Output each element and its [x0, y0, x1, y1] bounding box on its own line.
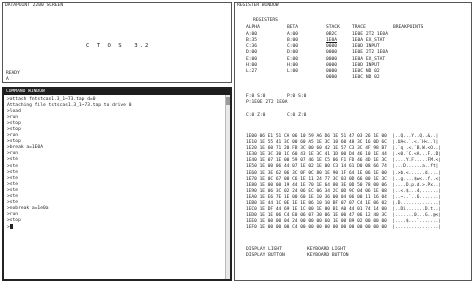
- alpha-register: L:27: [246, 68, 258, 74]
- dump-address: 1E30: [246, 152, 257, 158]
- stack-header: STACK: [326, 25, 340, 30]
- beta-registers: A:00 B:00 C:00 D:00 E:00 H:00 L:00: [287, 32, 298, 75]
- dump-hex: 1E 00 00 04 24 00 00 00 60 1E 00 B9 02 0…: [259, 219, 387, 225]
- dump-address: 1E60: [246, 170, 257, 176]
- breakpoints-header: BREAKPOINTS: [393, 25, 424, 30]
- trace-entry: 1E0A EX_STAT: [352, 56, 386, 62]
- alpha-registers: A:00 B:35 C:36 D:00 E:00 H:00 L:27: [246, 32, 257, 75]
- ready-text: READY: [6, 71, 20, 76]
- dump-ascii: |.`q .<.`B.W.<O..|: [392, 146, 442, 152]
- command-window[interactable]: COMMAND WINDOW >attach fntstcas1.3_1~73.…: [2, 87, 232, 281]
- alpha-header: ALPHA: [246, 25, 260, 30]
- prompt-line: A: [6, 77, 9, 82]
- command-title-bar[interactable]: COMMAND WINDOW: [4, 89, 230, 95]
- command-prompt[interactable]: >: [7, 223, 131, 231]
- dump-ascii: |..Di.......D.t..|: [392, 207, 442, 213]
- command-line: Attaching file tstscas1.3_1~73.tap to dr…: [7, 103, 132, 109]
- dump-ascii: |....$...`.......|: [392, 219, 442, 225]
- dump-hex: 1E 44 1C 0E 1E 1E 06 10 10 BF 07 07 C4 1…: [259, 201, 387, 207]
- dump-ascii: |..~..`..6.......|: [392, 194, 442, 200]
- dump-address: 1E10: [246, 140, 257, 146]
- dump-hex: 1E 0C 67 08 C6 1E 11 24 77 3C 03 0D 66 0…: [259, 176, 387, 182]
- dump-hex: 06 E1 51 CA 06 10 59 A6 D6 1E 51 47 03 2…: [259, 134, 387, 139]
- dump-hex: 1E 60 71 20 FB 3C 00 60 42 1E 57 C3 3C 4…: [259, 146, 387, 152]
- stack-entry: 0000: [326, 75, 338, 81]
- dump-ascii: |.>b.<......d....|: [392, 170, 442, 176]
- dump-address: 1EB0: [246, 201, 257, 207]
- dump-address: 1EE0: [246, 219, 257, 225]
- command-output[interactable]: >attach fntstcas1.3_1~73.tap d=0 Attachin…: [7, 97, 131, 231]
- alpha-register: D:00: [246, 50, 258, 56]
- dump-address: 1E80: [246, 182, 257, 188]
- trace-entry: 1E0C ND 02: [352, 75, 380, 81]
- alpha-flags: F:0 S:0 C:0 Z:0: [246, 82, 265, 131]
- register-title-bar[interactable]: REGISTER WINDOW: [235, 3, 471, 9]
- dump-hex: 1E 06 3C 02 24 06 EC 06 34 2C 0D 9C 04 0…: [259, 188, 387, 194]
- dump-address: 1E70: [246, 176, 257, 182]
- dump-ascii: |....Y.F.....FM.<|: [392, 158, 442, 164]
- trace-entries: 1E0E 2T2 1E0A 1E0A EX_STAT 1E0D INPUT 1E0E …: [352, 32, 388, 81]
- beta-register: E:00: [287, 56, 299, 62]
- dump-hex: 1E 00 06 44 07 1E 02 1E 00 C3 14 61 D0 0…: [259, 164, 387, 170]
- beta-flags-line2: C:0 Z:0: [287, 112, 307, 118]
- dump-address: 1EF0: [246, 225, 257, 231]
- dump-ascii: |.D..............|: [392, 201, 442, 207]
- dump-ascii: |.<0.`C.<A...F..D|: [392, 152, 442, 158]
- dump-address: 1E50: [246, 164, 257, 170]
- dump-address: 1E90: [246, 188, 257, 194]
- screen-banner-text: C T O S 3.2: [86, 43, 151, 49]
- dump-hex: 1E 07 1E 00 59 07 46 1E C5 06 F1 FD 46 4…: [259, 158, 387, 164]
- trace-entry: 1E0E 2T2 1E0A: [352, 50, 388, 56]
- dump-hex: 1E 00 00 00 C4 00 00 00 00 00 00 00 00 0…: [259, 225, 387, 231]
- register-window[interactable]: REGISTER WINDOW REGISTERS ALPHA BETA STA…: [234, 2, 472, 281]
- dump-address: 1ED0: [246, 213, 257, 219]
- keyboard-button[interactable]: KEYBOARD BUTTON: [307, 253, 349, 259]
- stack-entries: 0B2C 1E0A 0000 0000 0000 0000 0000 0000: [326, 32, 337, 81]
- datapoint-title-bar[interactable]: DATAPOINT 2200 SCREEN: [3, 3, 231, 9]
- dump-hex: 1E DF 44 69 1E 1C 00 1E 00 B1 A0 44 01 7…: [259, 207, 387, 213]
- dump-address: 1EA0: [246, 194, 257, 200]
- dump-hex: 1E 3E 62 06 3C 0F 0C 80 1E 90 1F 64 1E 0…: [259, 170, 387, 176]
- stack-entry: 0000: [326, 56, 338, 62]
- alpha-register: E:00: [246, 56, 258, 62]
- dump-ascii: |................|: [392, 225, 442, 231]
- beta-flags-line1: P:0 S:0: [287, 94, 307, 100]
- dump-ascii: |....D.p.d.>.Px..|: [392, 182, 442, 188]
- dump-address: 1E20: [246, 146, 257, 152]
- scrollbar-thumb[interactable]: [226, 97, 230, 105]
- dump-ascii: |...D......a..ft|: [392, 164, 439, 170]
- command-scrollbar[interactable]: [225, 95, 230, 279]
- pc-line: P:1E0E 2T2 1E0A: [246, 100, 288, 105]
- dump-ascii: |..g....$w<..f..<|: [392, 176, 442, 182]
- dump-hex: 1E 3C 30 1C 60 43 1E 3C 41 1D 00 D4 46 1…: [259, 152, 387, 158]
- dump-row: 1EF0 1E 00 00 00 C4 00 00 00 00 00 00 00…: [246, 225, 441, 231]
- dump-address: 1E00: [246, 134, 257, 139]
- dump-hex: 1E 55 41 3C 00 60 A5 1E 3C 10 60 48 3C 1…: [259, 140, 387, 146]
- trace-header: TRACE: [352, 25, 366, 30]
- stack-entry: 0000: [326, 50, 338, 56]
- beta-flags: P:0 S:0 C:0 Z:0: [287, 82, 306, 131]
- beta-register: D:00: [287, 50, 299, 56]
- beta-header: BETA: [287, 25, 299, 30]
- alpha-flags-line2: C:0 Z:0: [246, 112, 266, 118]
- display-button[interactable]: DISPLAY BUTTON: [246, 253, 285, 259]
- text-cursor: [9, 223, 13, 229]
- beta-register: L:00: [287, 68, 299, 74]
- datapoint-screen-window[interactable]: DATAPOINT 2200 SCREEN C T O S 3.2 READY …: [2, 2, 232, 83]
- dump-hex: 1E 00 00 19 44 1E 70 1E 64 80 3E 0D 50 7…: [259, 182, 387, 188]
- dump-ascii: |..Q...Y..Q..&..|: [392, 134, 439, 139]
- memory-dump: 1E00 06 E1 51 CA 06 10 59 A6 D6 1E 51 47…: [246, 134, 441, 232]
- registers-heading: REGISTERS: [253, 18, 278, 23]
- dump-address: 1E40: [246, 158, 257, 164]
- dump-ascii: |.UA<.`.<.`H<..l|: [392, 140, 439, 146]
- dump-address: 1EC0: [246, 207, 257, 213]
- dump-ascii: |..<.$...4,......|: [392, 188, 442, 194]
- dump-ascii: |.......0...G..@<|: [392, 213, 442, 219]
- dump-hex: 1E E6 7E 1E 00 60 1E 10 36 00 04 06 00 1…: [259, 194, 387, 200]
- dump-hex: 1E 1E 06 C4 E0 06 07 30 06 1E 00 47 06 1…: [259, 213, 387, 219]
